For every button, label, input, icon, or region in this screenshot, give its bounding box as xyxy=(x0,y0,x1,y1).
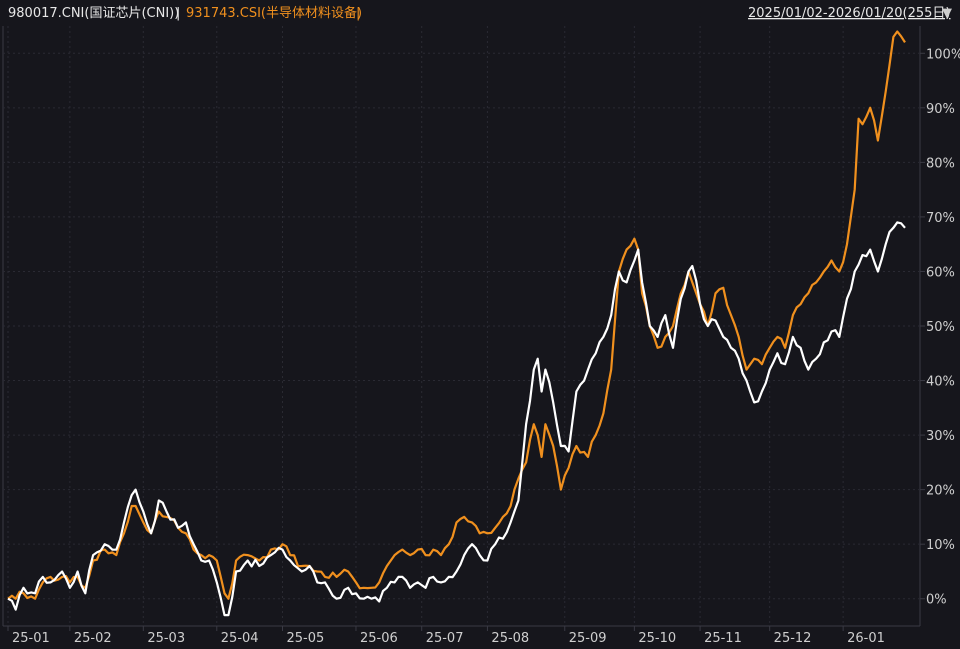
y-tick-label: 90% xyxy=(926,102,955,117)
comparison-line-chart[interactable]: 980017.CNI(国证芯片(CNI)) | 931743.CSI(半导体材料… xyxy=(0,0,960,649)
x-tick-label: 25-09 xyxy=(569,631,607,646)
x-tick-label: 25-02 xyxy=(74,631,112,646)
x-tick-label: 25-12 xyxy=(774,631,812,646)
x-tick-label: 26-01 xyxy=(847,631,885,646)
x-tick-label: 25-01 xyxy=(12,631,50,646)
legend-separator-2: | xyxy=(356,6,360,21)
y-tick-label: 70% xyxy=(926,211,955,226)
y-tick-label: 10% xyxy=(926,538,955,553)
y-tick-label: 0% xyxy=(926,593,947,608)
x-tick-label: 25-11 xyxy=(704,631,742,646)
x-tick-label: 25-10 xyxy=(638,631,676,646)
y-tick-label: 20% xyxy=(926,484,955,499)
y-tick-label: 40% xyxy=(926,375,955,390)
x-tick-label: 25-07 xyxy=(426,631,464,646)
x-tick-label: 25-08 xyxy=(491,631,529,646)
legend-series2[interactable]: 931743.CSI(半导体材料设备) xyxy=(186,5,362,21)
x-tick-label: 25-05 xyxy=(287,631,325,646)
legend-separator: | xyxy=(176,6,180,21)
y-tick-label: 30% xyxy=(926,429,955,444)
date-range-label[interactable]: 2025/01/02-2026/01/20(255日) xyxy=(748,6,951,21)
y-tick-label: 60% xyxy=(926,265,955,280)
x-tick-label: 25-04 xyxy=(221,631,259,646)
y-tick-label: 80% xyxy=(926,156,955,171)
legend-series1[interactable]: 980017.CNI(国证芯片(CNI)) xyxy=(8,6,179,21)
chart-background xyxy=(0,0,960,649)
y-tick-label: 100% xyxy=(926,47,960,62)
chevron-down-icon[interactable]: ▼ xyxy=(942,6,952,21)
x-tick-label: 25-03 xyxy=(147,631,185,646)
y-tick-label: 50% xyxy=(926,320,955,335)
x-tick-label: 25-06 xyxy=(360,631,398,646)
